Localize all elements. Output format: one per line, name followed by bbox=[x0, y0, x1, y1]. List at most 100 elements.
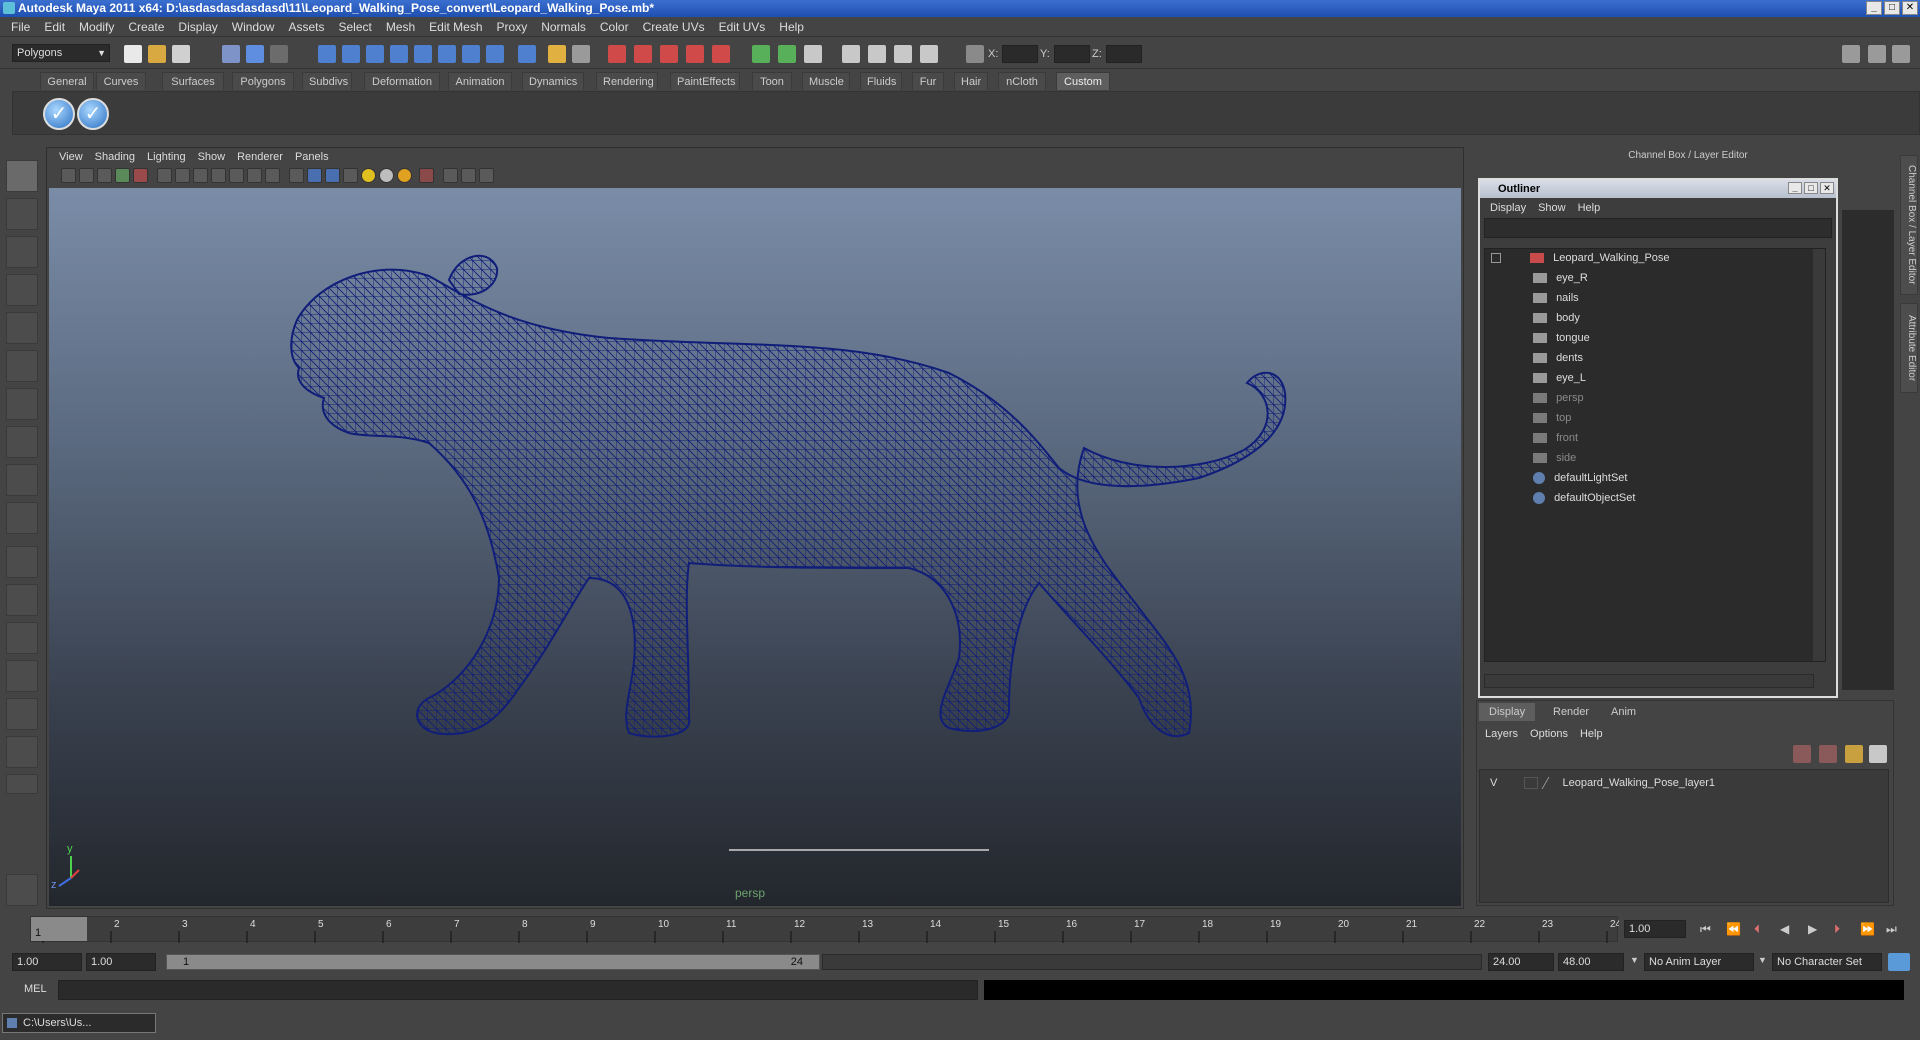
check-icon[interactable]: ✓ bbox=[77, 98, 109, 130]
menu-help[interactable]: Help bbox=[772, 17, 811, 37]
menu-modify[interactable]: Modify bbox=[72, 17, 121, 37]
create-layer-selected-icon[interactable] bbox=[1819, 745, 1837, 763]
viewport-menu-shading[interactable]: Shading bbox=[89, 151, 141, 163]
current-frame-indicator[interactable]: 1 bbox=[31, 917, 87, 941]
list-item[interactable]: Leopard_Walking_Pose bbox=[1491, 249, 1670, 267]
mel-label[interactable]: MEL bbox=[24, 983, 47, 995]
xray-icon[interactable] bbox=[443, 168, 458, 183]
snap-curve-icon[interactable] bbox=[634, 45, 652, 63]
transform-mode-icon[interactable] bbox=[966, 45, 984, 63]
maximize-button[interactable]: □ bbox=[1884, 1, 1900, 15]
playback-end-field[interactable]: 24.00 bbox=[1488, 953, 1554, 971]
persp-outliner-layout-icon[interactable] bbox=[6, 622, 38, 654]
outliner-maximize-button[interactable]: □ bbox=[1804, 182, 1818, 194]
lock-selection-icon[interactable] bbox=[548, 45, 566, 63]
shelf-tab-deformation[interactable]: Deformation bbox=[364, 72, 440, 90]
pick-curves-icon[interactable] bbox=[366, 45, 384, 63]
shelf-tab-custom[interactable]: Custom bbox=[1056, 72, 1110, 90]
table-row[interactable]: V Leopard_Walking_Pose_layer1 bbox=[1490, 774, 1715, 792]
select-object-icon[interactable] bbox=[246, 45, 264, 63]
end-time-field[interactable]: 48.00 bbox=[1558, 953, 1624, 971]
list-item[interactable]: eye_R bbox=[1533, 269, 1588, 287]
wireframe-icon[interactable] bbox=[289, 168, 304, 183]
menu-file[interactable]: File bbox=[4, 17, 37, 37]
z-field[interactable] bbox=[1106, 45, 1142, 63]
ipr-render-icon[interactable] bbox=[842, 45, 860, 63]
gate-mask-icon[interactable] bbox=[211, 168, 226, 183]
hypershade-icon[interactable] bbox=[894, 45, 912, 63]
outliner-menu-help[interactable]: Help bbox=[1572, 202, 1607, 214]
channel-box-tab[interactable]: Channel Box / Layer Editor bbox=[1900, 155, 1918, 295]
scale-tool-icon[interactable] bbox=[6, 350, 38, 382]
snap-point-icon[interactable] bbox=[660, 45, 678, 63]
menu-proxy[interactable]: Proxy bbox=[490, 17, 535, 37]
high-quality-icon[interactable] bbox=[397, 168, 412, 183]
go-to-start-icon[interactable]: ⏮ bbox=[1700, 922, 1711, 937]
image-plane-icon[interactable] bbox=[115, 168, 130, 183]
resolution-gate-icon[interactable] bbox=[193, 168, 208, 183]
playback-start-field[interactable]: 1.00 bbox=[86, 953, 156, 971]
layer-tab-anim[interactable]: Anim bbox=[1601, 703, 1646, 721]
layout-menu-icon[interactable] bbox=[6, 774, 38, 794]
menu-mesh[interactable]: Mesh bbox=[379, 17, 422, 37]
render-current-icon[interactable] bbox=[804, 45, 822, 63]
viewport-3d-canvas[interactable]: y z persp bbox=[49, 188, 1461, 906]
persp-graph-outliner-layout-icon[interactable] bbox=[6, 736, 38, 768]
select-hierarchy-icon[interactable] bbox=[222, 45, 240, 63]
list-item[interactable]: defaultLightSet bbox=[1533, 469, 1627, 487]
list-item[interactable]: top bbox=[1533, 409, 1571, 427]
render-settings-icon[interactable] bbox=[868, 45, 886, 63]
menu-select[interactable]: Select bbox=[331, 17, 378, 37]
range-slider-track[interactable] bbox=[822, 954, 1482, 970]
outliner-menu-display[interactable]: Display bbox=[1484, 202, 1532, 214]
field-chart-icon[interactable] bbox=[229, 168, 244, 183]
layer-visibility-toggle[interactable]: V bbox=[1490, 777, 1497, 789]
shelf-tab-polygons[interactable]: Polygons bbox=[232, 72, 294, 90]
mudbox-icon[interactable] bbox=[6, 874, 38, 906]
input-output-icon[interactable] bbox=[752, 45, 770, 63]
camera-attributes-icon[interactable] bbox=[79, 168, 94, 183]
bookmark-icon[interactable] bbox=[97, 168, 112, 183]
snap-view-plane-icon[interactable] bbox=[686, 45, 704, 63]
select-component-icon[interactable] bbox=[270, 45, 288, 63]
list-item[interactable]: body bbox=[1533, 309, 1580, 327]
xray-joints-icon[interactable] bbox=[461, 168, 476, 183]
layer-tab-render[interactable]: Render bbox=[1543, 703, 1599, 721]
play-forwards-icon[interactable]: ▶ bbox=[1808, 922, 1817, 936]
menu-edit[interactable]: Edit bbox=[37, 17, 72, 37]
tool-settings-icon[interactable] bbox=[1892, 45, 1910, 63]
question-icon[interactable] bbox=[518, 45, 536, 63]
chevron-down-icon[interactable]: ▼ bbox=[1758, 955, 1767, 965]
use-default-lights-icon[interactable] bbox=[361, 168, 376, 183]
shelf-tab-muscle[interactable]: Muscle bbox=[802, 72, 850, 90]
shelf-tab-dynamics[interactable]: Dynamics bbox=[522, 72, 584, 90]
viewport-menu-renderer[interactable]: Renderer bbox=[231, 151, 289, 163]
layout-icon[interactable] bbox=[1842, 45, 1860, 63]
outliner-scrollbar[interactable] bbox=[1813, 249, 1825, 661]
anim-layer-dropdown[interactable]: No Anim Layer bbox=[1644, 953, 1754, 971]
layer-tab-display[interactable]: Display bbox=[1479, 703, 1536, 721]
list-item[interactable]: front bbox=[1533, 429, 1578, 447]
check-icon[interactable]: ✓ bbox=[43, 98, 75, 130]
safe-action-icon[interactable] bbox=[247, 168, 262, 183]
viewport-menu-lighting[interactable]: Lighting bbox=[141, 151, 192, 163]
layer-menu-help[interactable]: Help bbox=[1574, 728, 1609, 740]
outliner-close-button[interactable]: ✕ bbox=[1820, 182, 1834, 194]
character-set-dropdown[interactable]: No Character Set bbox=[1772, 953, 1882, 971]
shelf-tab-hair[interactable]: Hair bbox=[954, 72, 988, 90]
create-layer-icon[interactable] bbox=[1793, 745, 1811, 763]
range-slider-bar[interactable]: 1 24 bbox=[166, 954, 820, 970]
chevron-down-icon[interactable]: ▼ bbox=[1630, 955, 1639, 965]
pick-surfaces-icon[interactable] bbox=[390, 45, 408, 63]
select-tool-icon[interactable] bbox=[6, 160, 38, 192]
filter-icon[interactable] bbox=[318, 45, 336, 63]
list-item[interactable]: tongue bbox=[1533, 329, 1590, 347]
menu-edit-mesh[interactable]: Edit Mesh bbox=[422, 17, 489, 37]
step-forward-icon[interactable]: ⏩ bbox=[1860, 922, 1875, 936]
attribute-editor-tab[interactable]: Attribute Editor bbox=[1900, 303, 1918, 393]
grid-icon[interactable] bbox=[157, 168, 172, 183]
shelf-tab-general[interactable]: General bbox=[40, 72, 94, 90]
single-perspective-layout-icon[interactable] bbox=[6, 546, 38, 578]
safe-title-icon[interactable] bbox=[265, 168, 280, 183]
viewport-menu-view[interactable]: View bbox=[53, 151, 89, 163]
